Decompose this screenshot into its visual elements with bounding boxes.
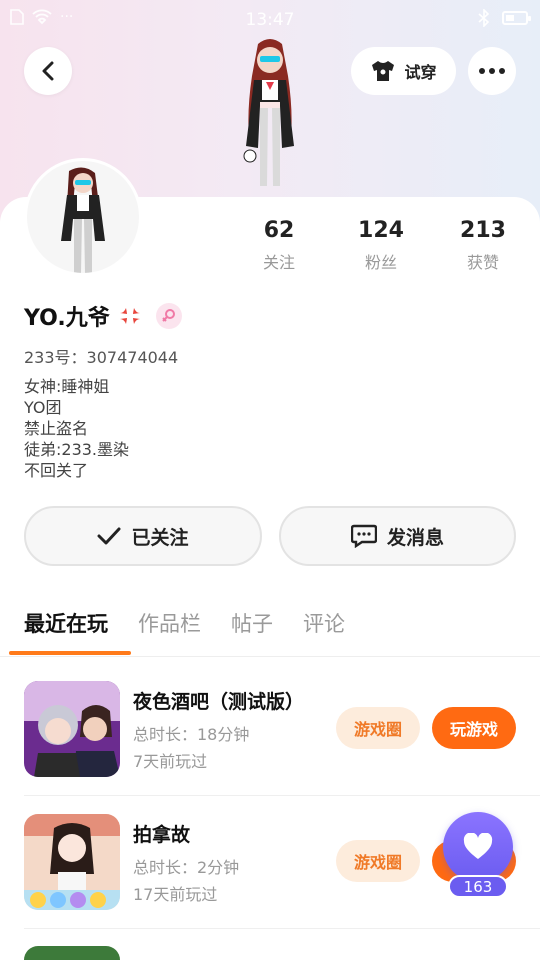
game-play-duration: 总时长：18分钟 xyxy=(133,725,250,744)
checkmark-icon xyxy=(97,527,121,545)
bio-line: 不回关了 xyxy=(24,461,89,480)
more-dot-icon xyxy=(489,68,495,74)
try-on-button[interactable]: 试穿 xyxy=(351,47,456,95)
profile-uid: 233号：307474044 xyxy=(24,348,179,367)
stat-label: 粉丝 xyxy=(364,253,397,272)
tab-comments[interactable]: 评论 xyxy=(303,608,345,638)
stat-following[interactable]: 62 关注 xyxy=(234,218,324,273)
status-bar: ··· 13:47 xyxy=(0,0,540,40)
game-last-played: 7天前玩过 xyxy=(133,752,208,771)
game-thumbnail[interactable] xyxy=(24,946,120,960)
back-button[interactable] xyxy=(24,47,72,95)
like-button[interactable] xyxy=(443,812,513,882)
game-title: 夜色酒吧（测试版） xyxy=(133,691,305,713)
game-play-duration: 总时长：2分钟 xyxy=(133,858,240,877)
bio-line: YO团 xyxy=(24,398,62,417)
bio-line: 禁止盗名 xyxy=(24,419,89,438)
list-divider xyxy=(24,928,540,929)
followed-label: 已关注 xyxy=(131,526,189,549)
status-time: 13:47 xyxy=(245,10,295,30)
bio-line: 女神:睡神姐 xyxy=(24,377,110,396)
tab-posts[interactable]: 帖子 xyxy=(231,608,273,638)
stat-label: 关注 xyxy=(262,253,295,272)
profile-bio: 女神:睡神姐 YO团 禁止盗名 徒弟:233.墨染 不回关了 xyxy=(24,376,129,481)
like-count-badge: 163 xyxy=(448,875,508,898)
stat-label: 获赞 xyxy=(466,253,499,272)
tshirt-icon xyxy=(372,61,395,81)
stat-value: 124 xyxy=(358,218,404,243)
game-circle-button[interactable]: 游戏圈 xyxy=(336,840,420,882)
profile-name-row: YO.九爷 xyxy=(24,300,182,332)
bluetooth-icon xyxy=(478,9,490,27)
game-circle-button[interactable]: 游戏圈 xyxy=(336,707,420,749)
heart-icon xyxy=(463,833,493,859)
more-dot-icon xyxy=(499,68,505,74)
more-dot-icon xyxy=(479,68,485,74)
send-message-label: 发消息 xyxy=(386,526,444,549)
stat-value: 213 xyxy=(460,218,506,243)
female-gender-icon xyxy=(155,303,182,329)
game-thumbnail[interactable] xyxy=(24,814,120,910)
profile-name: YO.九爷 xyxy=(24,306,110,331)
active-tab-indicator xyxy=(9,651,131,655)
avatar-character-image xyxy=(61,167,105,273)
anger-emoji-icon xyxy=(119,308,140,324)
list-divider xyxy=(24,795,540,796)
stat-followers[interactable]: 124 粉丝 xyxy=(336,218,426,273)
list-item[interactable]: 夜色酒吧（测试版） 总时长：18分钟 7天前玩过 游戏圈 玩游戏 xyxy=(24,681,524,781)
game-last-played: 17天前玩过 xyxy=(133,885,218,904)
chevron-left-icon xyxy=(42,61,54,81)
send-message-button[interactable]: 发消息 xyxy=(279,506,516,566)
stat-value: 62 xyxy=(263,218,295,243)
bio-line: 徒弟:233.墨染 xyxy=(24,440,130,459)
followed-button[interactable]: 已关注 xyxy=(24,506,262,566)
game-title: 拍拿故 xyxy=(133,824,191,846)
tab-works[interactable]: 作品栏 xyxy=(138,608,201,638)
tabs-divider xyxy=(0,656,540,657)
try-on-label: 试穿 xyxy=(404,63,437,82)
more-options-button[interactable] xyxy=(468,47,516,95)
battery-icon xyxy=(502,11,531,25)
tab-recently-played[interactable]: 最近在玩 xyxy=(24,608,108,638)
profile-tabs: 最近在玩 作品栏 帖子 评论 xyxy=(24,608,345,638)
play-game-button[interactable]: 玩游戏 xyxy=(432,707,516,749)
game-thumbnail[interactable] xyxy=(24,681,120,777)
status-right xyxy=(478,9,531,27)
avatar[interactable] xyxy=(24,158,142,276)
character-figure-image xyxy=(243,39,294,186)
game-cover-image xyxy=(24,681,120,777)
game-cover-image xyxy=(24,814,120,910)
chat-bubble-icon xyxy=(350,524,377,548)
stat-likes[interactable]: 213 获赞 xyxy=(438,218,528,273)
